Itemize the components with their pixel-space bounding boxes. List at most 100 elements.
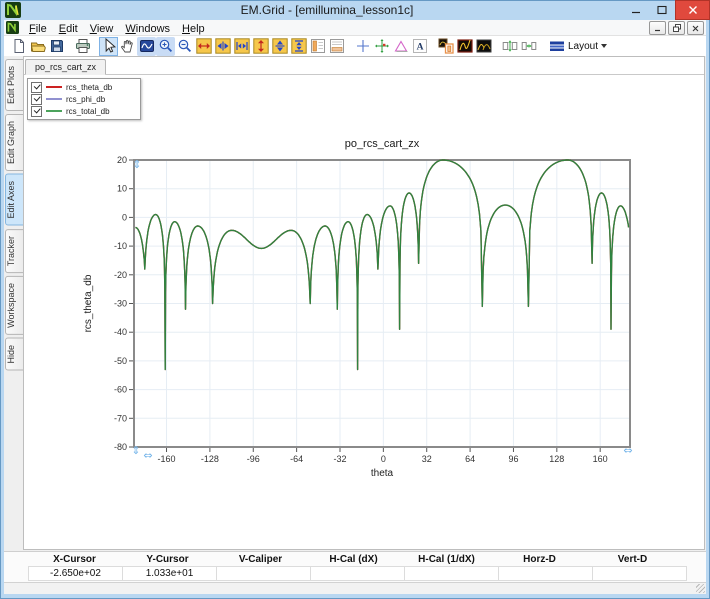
legend-row: rcs_phi_db — [31, 93, 137, 105]
toolbar: A Layout — [4, 36, 706, 56]
sidebar-tab-hide[interactable]: Hide — [5, 338, 24, 371]
compress-x-axis-button[interactable] — [213, 37, 232, 56]
zoom-in-button[interactable] — [156, 37, 175, 56]
new-document-button[interactable] — [9, 37, 28, 56]
status-col-header: H-Cal (dX) — [307, 553, 400, 566]
caliper-tool-button[interactable] — [391, 37, 410, 56]
menu-items: FileEditViewWindowsHelp — [23, 19, 211, 37]
fit-x-axis-button[interactable] — [232, 37, 251, 56]
dark-plot-style-button[interactable] — [455, 37, 474, 56]
status-col-value — [311, 567, 405, 580]
y-tick-label: 20 — [117, 155, 127, 165]
maximize-button[interactable] — [650, 0, 674, 20]
menu-file[interactable]: File — [23, 22, 53, 36]
cursor-readout-table: X-CursorY-CursorV-CaliperH-Cal (dX)H-Cal… — [28, 553, 687, 581]
layout-icon — [549, 38, 565, 54]
legend-checkbox-rcs_total_db[interactable] — [31, 106, 42, 117]
y-tick-label: -20 — [114, 270, 127, 280]
sidebar-tab-workspace[interactable]: Workspace — [5, 276, 24, 335]
axis-handle-bottom-left-horizontal[interactable]: ⇔ — [143, 449, 152, 462]
tab-po-rcs-cart-zx[interactable]: po_rcs_cart_zx — [25, 59, 106, 75]
expand-x-axis-button[interactable] — [194, 37, 213, 56]
legend-row: rcs_total_db — [31, 105, 137, 117]
status-value-row: -2.650e+021.033e+01 — [28, 566, 687, 581]
menu-edit[interactable]: Edit — [53, 22, 84, 36]
layout-dropdown-button[interactable]: Layout — [545, 37, 611, 56]
x-tick-label: -64 — [290, 454, 303, 464]
sidebar-tabs: Edit Plots Edit Graph Edit Axes Tracker Work… — [4, 57, 23, 551]
save-button[interactable] — [47, 37, 66, 56]
vertical-spacing-button[interactable] — [500, 37, 519, 56]
y-tick-label: -30 — [114, 299, 127, 309]
add-graph-button[interactable] — [436, 37, 455, 56]
x-tick-label: -32 — [333, 454, 346, 464]
y-tick-label: -10 — [114, 241, 127, 251]
axis-handle-top-left-vertical[interactable]: ⇕ — [132, 158, 141, 171]
minimize-button[interactable] — [624, 0, 648, 20]
left-margin-button[interactable] — [308, 37, 327, 56]
y-tick-label: -70 — [114, 413, 127, 423]
zoom-region-tool-button[interactable] — [137, 37, 156, 56]
tracker-axes-button[interactable] — [372, 37, 391, 56]
svg-text:A: A — [416, 43, 423, 53]
sidebar-tab-edit-plots[interactable]: Edit Plots — [5, 59, 24, 111]
annotation-text-button[interactable]: A — [410, 37, 429, 56]
open-file-button[interactable] — [28, 37, 47, 56]
y-tick-label: 10 — [117, 184, 127, 194]
mdi-window-buttons — [649, 21, 704, 35]
status-col-value: -2.650e+02 — [29, 567, 123, 580]
compress-y-axis-button[interactable] — [270, 37, 289, 56]
legend-row: rcs_theta_db — [31, 81, 137, 93]
legend-line-swatch — [46, 86, 62, 88]
sidebar-tab-edit-axes[interactable]: Edit Axes — [5, 174, 24, 226]
fit-y-axis-button[interactable] — [289, 37, 308, 56]
status-col-value — [499, 567, 593, 580]
chart-area[interactable]: -160-128-96-64-32032649612816020100-10-2… — [24, 74, 704, 549]
axis-handle-bottom-left-vertical[interactable]: ⇕ — [131, 444, 140, 457]
menu-windows[interactable]: Windows — [119, 22, 176, 36]
mdi-close-button[interactable] — [687, 21, 704, 35]
mdi-minimize-button[interactable] — [649, 21, 666, 35]
resize-grip[interactable] — [696, 584, 705, 593]
x-axis-label: theta — [371, 468, 394, 479]
x-tick-label: 128 — [549, 454, 564, 464]
menu-help[interactable]: Help — [176, 22, 211, 36]
x-tick-label: -160 — [158, 454, 176, 464]
bottom-margin-button[interactable] — [327, 37, 346, 56]
x-tick-label: 64 — [465, 454, 475, 464]
mdi-restore-button[interactable] — [668, 21, 685, 35]
app-logo-icon — [5, 2, 21, 18]
sidebar-tab-edit-graph[interactable]: Edit Graph — [5, 114, 24, 171]
y-tick-label: 0 — [122, 212, 127, 222]
status-col-value — [593, 567, 686, 580]
menu-bar: FileEditViewWindowsHelp — [4, 20, 706, 36]
select-tool-button[interactable] — [99, 37, 118, 56]
chart-plot: -160-128-96-64-32032649612816020100-10-2… — [24, 74, 704, 550]
crosshair-tool-button[interactable] — [353, 37, 372, 56]
expand-y-axis-button[interactable] — [251, 37, 270, 56]
close-button[interactable] — [675, 0, 710, 20]
status-col-header: Horz-D — [493, 553, 586, 566]
chart-title: po_rcs_cart_zx — [345, 138, 420, 150]
document-system-icon[interactable] — [6, 21, 19, 34]
x-tick-label: -96 — [247, 454, 260, 464]
zoom-out-button[interactable] — [175, 37, 194, 56]
legend-label: rcs_phi_db — [66, 95, 105, 104]
menu-view[interactable]: View — [84, 22, 120, 36]
legend-line-swatch — [46, 110, 62, 112]
workspace: Edit Plots Edit Graph Edit Axes Tracker Work… — [4, 56, 706, 551]
sidebar-tab-tracker[interactable]: Tracker — [5, 229, 24, 273]
status-col-header: H-Cal (1/dX) — [400, 553, 493, 566]
legend-checkbox-rcs_phi_db[interactable] — [31, 94, 42, 105]
axis-handle-bottom-right-horizontal[interactable]: ⇔ — [623, 444, 632, 457]
status-strip — [4, 582, 706, 594]
y-tick-label: -50 — [114, 356, 127, 366]
legend-checkbox-rcs_theta_db[interactable] — [31, 82, 42, 93]
dark-multi-plot-button[interactable] — [474, 37, 493, 56]
x-tick-label: 160 — [593, 454, 608, 464]
print-button[interactable] — [73, 37, 92, 56]
curve-rcs_total_db — [135, 160, 628, 370]
x-tick-label: 32 — [422, 454, 432, 464]
pan-hand-tool-button[interactable] — [118, 37, 137, 56]
horizontal-spacing-button[interactable] — [519, 37, 538, 56]
